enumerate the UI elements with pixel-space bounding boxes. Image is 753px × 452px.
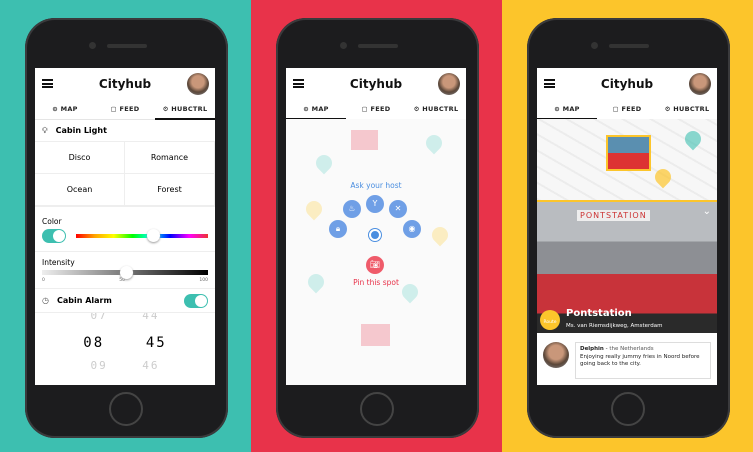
camera-icon [591, 42, 598, 49]
map-area[interactable]: Ask your host 🔒︎ ♨ Y ✕ ◉ 📷︎ Pin this spo… [286, 119, 466, 385]
cutlery-icon[interactable]: ✕ [389, 200, 407, 218]
tab-feed[interactable]: ▢ FEED [95, 100, 155, 119]
tab-feed[interactable]: ▢ FEED [346, 100, 406, 119]
place-sign: PONTSTATION [577, 210, 650, 221]
tab-hubctrl[interactable]: ⚙ HUBCTRL [155, 100, 215, 120]
current-location-dot [369, 229, 381, 241]
tab-map[interactable]: ⊙ MAP [537, 100, 597, 120]
tab-hubctrl[interactable]: ⚙ HUBCTRL [657, 100, 717, 119]
map-pin-icon [681, 127, 705, 151]
mode-disco[interactable]: Disco [35, 142, 125, 174]
tab-feed[interactable]: ▢ FEED [597, 100, 657, 119]
cocktail-icon[interactable]: Y [366, 195, 384, 213]
hour-value: 08 [83, 335, 105, 351]
speaker [609, 44, 649, 48]
ask-host-label: Ask your host [350, 181, 402, 190]
tab-hubctrl[interactable]: ⚙ HUBCTRL [406, 100, 466, 119]
color-toggle[interactable] [42, 229, 66, 243]
lightbulb-icon: 💡︎ [42, 125, 48, 135]
route-button[interactable]: Route [540, 310, 560, 330]
time-picker[interactable]: 07 44 08 45 09 46 [35, 313, 215, 372]
phone-frame: Cityhub ⊙ MAP ▢ FEED ⚙ HUBCTRL PONTSTATION… [527, 18, 730, 438]
tick-min: 0 [42, 278, 45, 283]
slider-thumb[interactable] [120, 266, 134, 279]
place-photo[interactable]: PONTSTATION ⌄ Route Pontstation Ms. van … [537, 200, 717, 333]
teapot-icon[interactable]: ♨ [343, 200, 361, 218]
map-pin-icon [651, 165, 675, 189]
lock-icon[interactable]: 🔒︎ [329, 220, 347, 238]
camera-pin-button[interactable]: 📷︎ [366, 256, 384, 274]
color-slider[interactable] [76, 229, 208, 242]
photo-marker[interactable] [606, 135, 651, 171]
speaker [358, 44, 398, 48]
panel-map: Cityhub ⊙ MAP ▢ FEED ⚙ HUBCTRL Ask your ho… [251, 0, 502, 452]
clock-icon: ◷ [42, 296, 49, 305]
map-area[interactable] [537, 119, 717, 200]
commenter-avatar[interactable] [543, 342, 569, 368]
tab-map[interactable]: ⊙ MAP [286, 100, 346, 120]
camera-icon [340, 42, 347, 49]
camera-icon [89, 42, 96, 49]
comment-author: Delphin [580, 346, 604, 352]
panel-hubctrl: Cityhub ⊙ MAP ▢ FEED ⚙ HUBCTRL 💡︎ Cabin Lig… [0, 0, 251, 452]
photo-marker [351, 130, 378, 150]
tab-map[interactable]: ⊙ MAP [35, 100, 95, 119]
avatar[interactable] [187, 73, 209, 95]
panel-place: Cityhub ⊙ MAP ▢ FEED ⚙ HUBCTRL PONTSTATION… [502, 0, 753, 452]
speaker [107, 44, 147, 48]
screen: Cityhub ⊙ MAP ▢ FEED ⚙ HUBCTRL 💡︎ Cabin Lig… [35, 68, 215, 385]
pin-spot-label[interactable]: Pin this spot [286, 278, 466, 287]
slider-thumb[interactable] [147, 229, 161, 242]
mode-romance[interactable]: Romance [125, 142, 215, 174]
chevron-down-icon[interactable]: ⌄ [703, 206, 711, 217]
home-button[interactable] [360, 392, 394, 426]
avatar[interactable] [438, 73, 460, 95]
map-pin-icon [302, 197, 326, 221]
photo-marker [361, 324, 390, 346]
place-name: Pontstation [566, 308, 632, 319]
screen: Cityhub ⊙ MAP ▢ FEED ⚙ HUBCTRL Ask your ho… [286, 68, 466, 385]
place-address: Ms. van Riemsdijkweg, Amsterdam [566, 323, 663, 329]
minute-value: 45 [145, 335, 167, 351]
home-button[interactable] [109, 392, 143, 426]
comment-card: Delphin - the Netherlands Enjoying reall… [537, 336, 717, 385]
avatar[interactable] [689, 73, 711, 95]
mode-forest[interactable]: Forest [125, 174, 215, 206]
comment-location: the Netherlands [609, 346, 654, 352]
alarm-toggle[interactable] [184, 293, 208, 308]
tick-max: 100 [199, 278, 208, 283]
map-pin-icon [422, 131, 446, 155]
mode-ocean[interactable]: Ocean [35, 174, 125, 206]
intensity-slider[interactable] [42, 266, 208, 279]
map-pin-icon [428, 223, 452, 247]
color-label: Color [42, 217, 62, 226]
cabin-alarm-header: ◷ Cabin Alarm [35, 288, 215, 313]
screen: Cityhub ⊙ MAP ▢ FEED ⚙ HUBCTRL PONTSTATION… [537, 68, 717, 385]
phone-frame: Cityhub ⊙ MAP ▢ FEED ⚙ HUBCTRL Ask your ho… [276, 18, 479, 438]
eye-icon[interactable]: ◉ [403, 220, 421, 238]
map-pin-icon [312, 151, 336, 175]
home-button[interactable] [611, 392, 645, 426]
cabin-light-header: 💡︎ Cabin Light [35, 120, 215, 142]
phone-frame: Cityhub ⊙ MAP ▢ FEED ⚙ HUBCTRL 💡︎ Cabin Lig… [25, 18, 228, 438]
comment-text: Enjoying really jummy fries in Noord bef… [580, 353, 700, 368]
